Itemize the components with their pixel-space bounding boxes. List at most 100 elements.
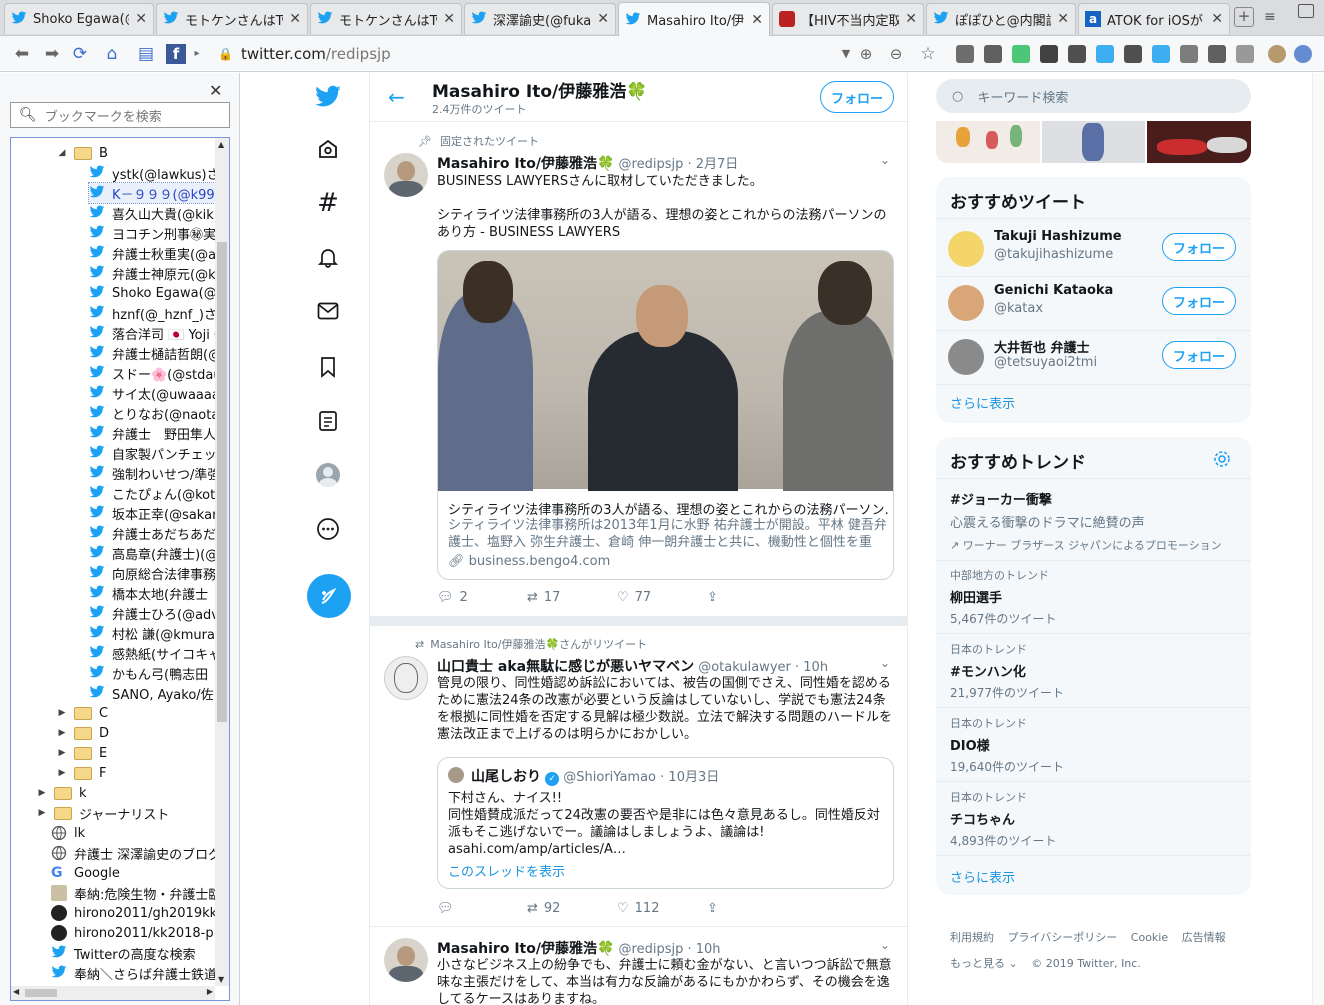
lists-icon[interactable] [314,407,342,435]
share-button[interactable]: ⇪ [707,901,797,916]
bookmark-item[interactable]: SANO, Ayako/佐 [89,683,215,703]
url-icon[interactable] [1040,45,1058,63]
tweet-retweeted[interactable]: ⇄ Masahiro Ito/伊藤雅浩🍀さんがリツイート 山口貴士 aka無駄に感… [370,626,907,926]
new-tab-button[interactable]: + [1234,7,1254,27]
bookmark-star-icon[interactable]: ☆ [918,44,938,64]
promoted-trend[interactable]: #ジョーカー衝撃 心震える衝撃のドラマに絶賛の声 ↗ ワーナー ブラザース ジャ… [950,489,1240,553]
settings-gear-icon[interactable] [1294,45,1312,63]
reply-button[interactable]: 💬︎ [437,901,527,916]
profile-follow-button[interactable]: フォロー [820,81,894,113]
bookmark-folder[interactable]: ▶ F [57,763,215,783]
horizontal-scrollbar[interactable]: ◀ ▶ [11,986,215,1000]
bookmark-item[interactable]: 村松 謙(@kmurar [89,623,215,643]
link-card[interactable]: シティライツ法律事務所の3人が語る、理想の姿とこれからの法務パーソン… シティラ… [437,250,894,580]
follow-button[interactable]: フォロー [1162,233,1236,261]
tweet-author-name[interactable]: 山口貴士 aka無駄に感じが悪いヤマベン [437,659,694,675]
bookmark-item[interactable]: 弁護士神原元(@k [89,263,215,283]
tab-5[interactable]: Masahiro Ito/伊 ✕ [618,2,770,36]
trends-show-more-link[interactable]: さらに表示 [950,867,1015,886]
media-thumb[interactable] [1147,121,1251,163]
close-tab-icon[interactable]: ✕ [135,11,147,27]
bookmark-item[interactable]: Twitterの高度な検索 [51,943,215,963]
puzzle-icon[interactable] [1068,45,1086,63]
media-thumb[interactable] [936,121,1040,163]
media-thumbnails[interactable] [936,121,1251,163]
collapsed-arrow-icon[interactable]: ▶ [37,808,47,818]
trend-item[interactable]: 中部地方のトレンド 柳田選手 5,467件のツイート [950,567,1240,627]
tab-1[interactable]: Shoko Egawa(@ ✕ [4,3,154,34]
more-chevron-icon[interactable]: ▸ [192,44,202,64]
back-arrow-icon[interactable]: ← [388,85,405,109]
suggested-user[interactable]: Takuji Hashizume @takujihashizume フォロー [936,223,1251,277]
show-more-link[interactable]: さらに表示 [950,393,1015,412]
bookmark-item[interactable]: サイ太(@uwaaaa) [89,383,215,403]
facebook-icon[interactable]: f [166,44,186,64]
tab-7[interactable]: ぽぽひと@内閣訴 ✕ [926,3,1076,34]
close-tab-icon[interactable]: ✕ [1057,11,1069,27]
bookmark-item[interactable]: かもん弓(鴨志田 [89,663,215,683]
extension-icon[interactable] [1096,45,1114,63]
tab-2[interactable]: モトケンさんはTw ✕ [156,3,308,34]
bookmark-folder[interactable]: ▶ E [57,743,215,763]
bookmark-item[interactable]: 落合洋司 🇯🇵 Yoji O [89,323,215,343]
avatar[interactable] [948,231,984,267]
scroll-up-arrow[interactable]: ▲ [218,140,224,149]
bookmark-item[interactable]: 弁護士秋重実(@a [89,243,215,263]
bookmark-item[interactable]: hirono2011/gh2019kk [51,903,215,923]
scrollbar-thumb[interactable] [217,242,227,722]
bookmark-item[interactable]: 感熱紙(サイコキャ [89,643,215,663]
avatar[interactable] [384,938,428,982]
bookmark-item[interactable]: lk [51,823,215,843]
bookmark-icon[interactable] [984,45,1002,63]
follow-button[interactable]: フォロー [1162,287,1236,315]
trend-item[interactable]: 日本のトレンド チコちゃん 4,893件のツイート [950,789,1240,849]
scroll-down-arrow[interactable]: ▼ [218,975,224,984]
media-thumb[interactable] [1041,121,1146,163]
show-thread-link[interactable]: このスレッドを表示 [448,861,565,880]
tweet-handle[interactable]: @redipsjp [619,157,684,172]
bookmark-item[interactable]: 喜久山大貴(@kik [89,203,215,223]
compose-tweet-button[interactable] [307,574,351,618]
page-scrollbar[interactable] [1312,73,1324,1005]
twitter-logo-icon[interactable] [314,83,342,111]
close-tab-icon[interactable]: ✕ [289,11,301,27]
avatar[interactable] [948,339,984,375]
like-button[interactable]: ♡ 112 [617,901,707,916]
trend-item[interactable]: 日本のトレンド DIO様 19,640件のツイート [950,715,1240,775]
zoom-in-icon[interactable]: ⊕ [856,44,876,64]
dropdown-icon[interactable]: ▼ [836,44,856,64]
font-icon[interactable] [1180,45,1198,63]
vertical-scrollbar[interactable]: ▲ ▼ [215,138,229,986]
tweet-menu-chevron-icon[interactable]: ⌄ [880,153,890,167]
footer-cookie-link[interactable]: Cookie [1131,931,1168,944]
chat-icon[interactable] [1236,45,1254,63]
tab-8[interactable]: a ATOK for iOSが ✕ [1078,3,1230,34]
suggested-user[interactable]: Genichi Kataoka @katax フォロー [936,277,1251,331]
close-tab-icon[interactable]: ✕ [597,11,609,27]
bookmark-item[interactable]: 坂本正幸(@sakar [89,503,215,523]
avatar[interactable] [948,285,984,321]
bookmark-folder[interactable]: ▶ ジャーナリスト [37,803,215,823]
twitter-icon[interactable] [1152,45,1170,63]
twitter-search-input[interactable]: ○ キーワード検索 [936,79,1251,113]
collapsed-arrow-icon[interactable]: ▶ [57,708,67,718]
tweet-pinned[interactable]: 📌︎ 固定されたツイート Masahiro Ito/伊藤雅浩🍀 @redipsjp… [370,123,907,616]
bookmark-item[interactable]: 奉納:危険生物・弁護士臨 [51,883,215,903]
close-tab-icon[interactable]: ✕ [905,11,917,27]
bookmark-item[interactable]: 強制わいせつ/準強 [89,463,215,483]
bookmark-search-input[interactable]: 🔍︎ ブックマークを検索 [10,102,230,128]
bookmark-tree[interactable]: ◢Bystk(@lawkus)さんK－９９９(@k99喜久山大貴(@kikヨコチ… [10,137,230,1001]
messages-envelope-icon[interactable] [314,297,342,325]
tweet[interactable]: Masahiro Ito/伊藤雅浩🍀 @redipsjp · 10h ⌄ 小さな… [370,927,907,1005]
bookmark-item[interactable]: 弁護士ひろ(@adv [89,603,215,623]
tweet-author-name[interactable]: Masahiro Ito/伊藤雅浩🍀 [437,941,614,957]
bookmark-item[interactable]: 弁護士 深澤諭史のブログ [51,843,215,863]
trend-item[interactable]: 日本のトレンド #モンハン化 21,977件のツイート [950,641,1240,701]
window-restore-icon[interactable] [1298,4,1314,18]
tweet-time[interactable]: 2月7日 [696,157,739,172]
retweet-button[interactable]: ⇄ 92 [527,901,617,916]
profile-icon[interactable] [1268,45,1286,63]
home-nav-icon[interactable] [314,135,342,163]
bookmark-item[interactable]: 弁護士 野田隼人 [89,423,215,443]
forward-icon[interactable]: ➡ [42,44,62,64]
